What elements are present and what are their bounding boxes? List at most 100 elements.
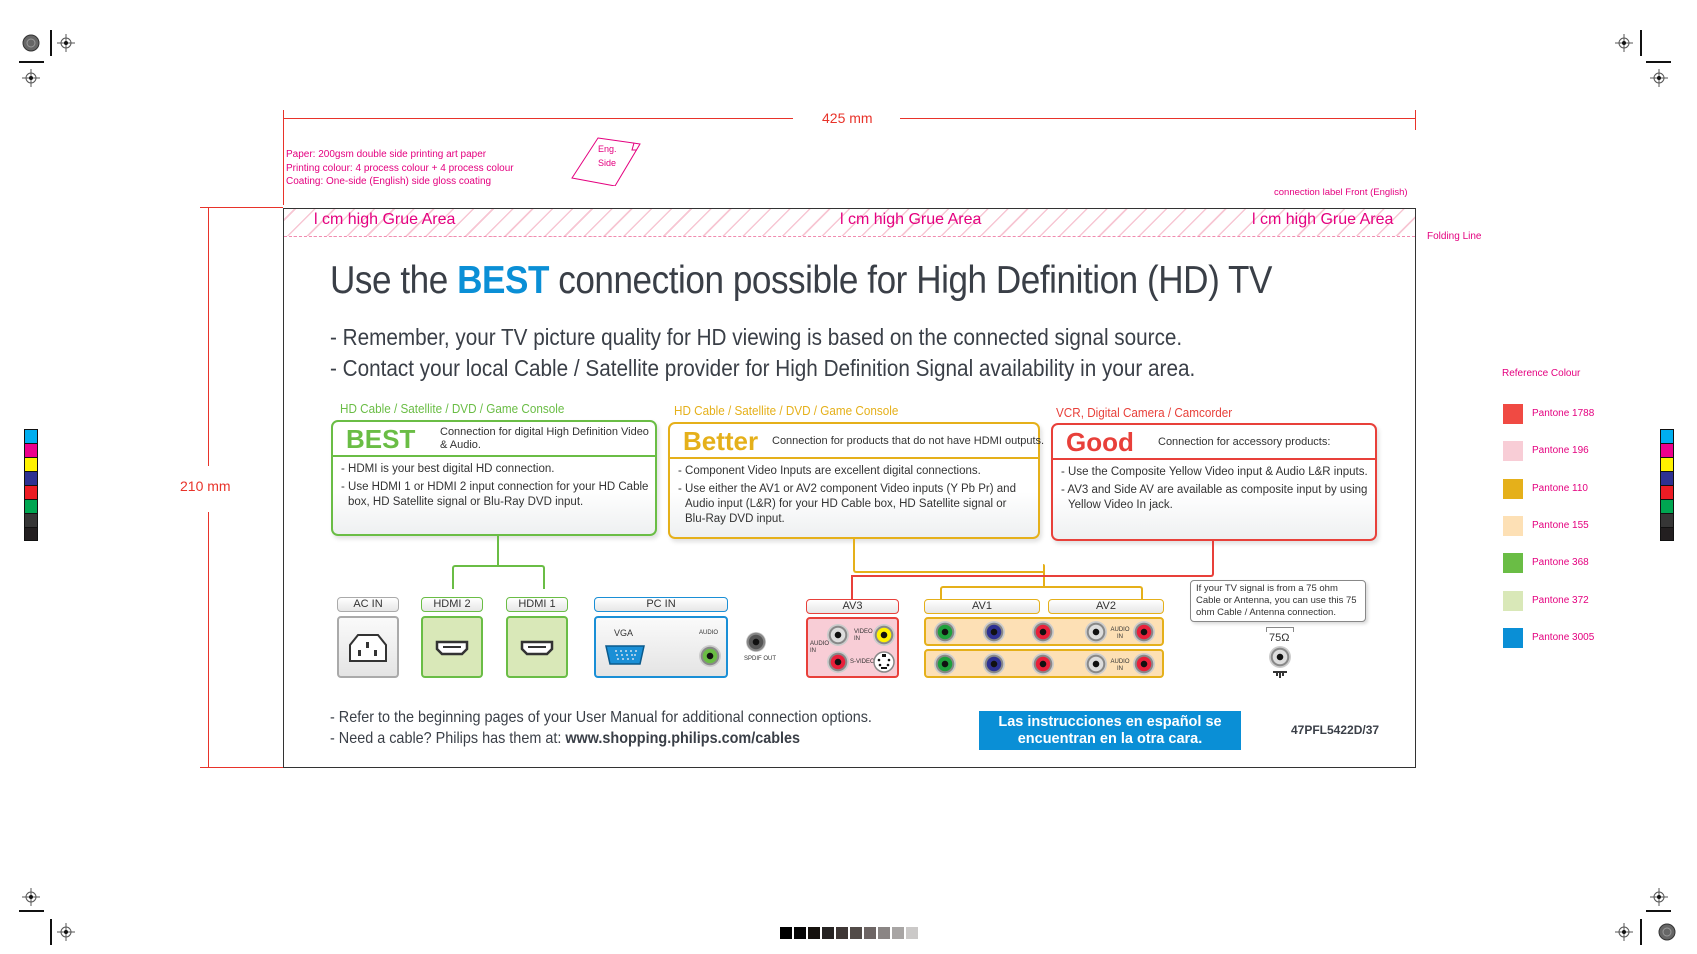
video-jack-icon — [873, 624, 895, 646]
bullet: Use either the AV1 or AV2 component Vide… — [678, 482, 1028, 527]
crop-mark — [1646, 910, 1671, 912]
dimension-tick — [283, 110, 284, 205]
hdmi-icon — [435, 640, 469, 656]
reference-swatch — [1503, 441, 1523, 462]
reference-swatch — [1503, 404, 1523, 424]
connector-best-branch — [452, 565, 545, 589]
port-label-pc-in: PC IN — [594, 597, 728, 612]
pr-jack-icon — [1032, 621, 1054, 643]
dimension-tick — [200, 207, 283, 208]
vga-connector-icon — [605, 645, 645, 665]
pr-jack-icon — [1032, 653, 1054, 675]
registration-crosshair-icon — [1650, 69, 1668, 87]
page-title: Use the BEST connection possible for Hig… — [330, 259, 1272, 302]
av3-svideo-label: S-VIDEO — [850, 659, 875, 665]
color-swatch — [24, 527, 38, 541]
av1-component-row: AUDIO IN — [924, 617, 1164, 646]
vga-label: VGA — [614, 628, 634, 638]
reference-swatch — [1503, 553, 1523, 574]
registration-crosshair-icon — [57, 923, 75, 941]
glue-area-label: l cm high Grue Area — [840, 211, 982, 228]
footer-manual-note: - Refer to the beginning pages of your U… — [330, 709, 872, 726]
dimension-tick — [1415, 110, 1416, 130]
bullet: HDMI is your best digital HD connection. — [341, 462, 651, 477]
reference-swatch — [1503, 590, 1523, 611]
color-swatch — [1660, 485, 1674, 499]
color-swatch — [1660, 499, 1674, 513]
color-swatch — [1660, 527, 1674, 541]
port-label-ac-in: AC IN — [337, 597, 399, 612]
gray-swatch — [850, 927, 862, 939]
antenna-note: If your TV signal is from a 75 ohm Cable… — [1190, 580, 1366, 622]
reference-label: Pantone 196 — [1532, 445, 1589, 457]
connector-best — [497, 536, 499, 566]
color-swatch — [1660, 513, 1674, 527]
color-swatch — [24, 429, 38, 443]
eng-side-line1: Eng. — [598, 144, 617, 154]
y-jack-icon — [934, 621, 956, 643]
gray-swatch — [864, 927, 876, 939]
note-signal-source: - Remember, your TV picture quality for … — [330, 324, 1183, 350]
reference-swatch — [1503, 627, 1523, 648]
height-dimension-line — [208, 512, 209, 768]
reference-label: Pantone 155 — [1532, 519, 1589, 531]
color-bar-left — [24, 429, 38, 541]
tier-good-category: VCR, Digital Camera / Camcorder — [1056, 405, 1233, 420]
reference-label: Pantone 372 — [1532, 594, 1589, 606]
connection-label: l cm high Grue Area l cm high Grue Area … — [283, 208, 1416, 768]
crop-mark — [1646, 61, 1671, 63]
bullet: Use the Composite Yellow Video input & A… — [1061, 465, 1371, 480]
glue-area-label: l cm high Grue Area — [314, 211, 456, 228]
registration-crosshair-icon — [22, 888, 40, 906]
tier-good-box: Good Connection for accessory products: … — [1051, 423, 1377, 541]
power-socket-icon — [349, 634, 387, 662]
tier-better-category: HD Cable / Satellite / DVD / Game Consol… — [674, 403, 899, 418]
y-jack-icon — [934, 653, 956, 675]
audio-left-jack-icon — [827, 624, 849, 646]
tier-good-description: Connection for accessory products: — [1158, 436, 1331, 448]
port-label-av3: AV3 — [806, 599, 899, 614]
registration-target-icon — [1658, 923, 1676, 941]
audio-l-jack-icon — [1085, 621, 1107, 643]
crop-mark — [50, 30, 52, 56]
antenna-label: 75Ω — [1269, 632, 1290, 644]
tier-good-rank: Good — [1066, 427, 1134, 457]
reference-swatch — [1503, 478, 1523, 499]
color-swatch — [1660, 471, 1674, 485]
height-dimension-label: 210 mm — [180, 478, 231, 494]
registration-crosshair-icon — [1615, 923, 1633, 941]
color-bar-right — [1660, 429, 1674, 541]
footer-cable-note: - Need a cable? Philips has them at: www… — [330, 730, 801, 747]
spec-paper: Paper: 200gsm double side printing art p… — [286, 149, 487, 160]
crop-mark — [19, 910, 44, 912]
glue-area: l cm high Grue Area l cm high Grue Area … — [284, 209, 1415, 237]
av3-port: AUDIO IN VIDEO IN S-VIDEO — [806, 617, 899, 678]
philips-cables-link[interactable]: www.shopping.philips.com/cables — [565, 730, 800, 747]
audio-right-jack-icon — [827, 651, 849, 673]
title-emphasis: BEST — [457, 259, 549, 302]
note-provider: - Contact your local Cable / Satellite p… — [330, 355, 1196, 381]
tier-best-box: BEST Connection for digital High Definit… — [331, 420, 657, 536]
tier-better-bullets: Component Video Inputs are excellent dig… — [678, 464, 1028, 530]
port-label-av1: AV1 — [924, 599, 1040, 614]
audio-label: AUDIO — [699, 630, 719, 636]
audio-l-jack-icon — [1085, 653, 1107, 675]
registration-crosshair-icon — [1615, 34, 1633, 52]
gray-swatch — [892, 927, 904, 939]
audio-in-label: AUDIO IN — [1110, 659, 1130, 672]
registration-crosshair-icon — [22, 69, 40, 87]
av3-video-in-label: VIDEO IN — [854, 629, 873, 642]
tier-best-rank: BEST — [346, 424, 416, 454]
eng-side-tag: Eng. Side — [570, 136, 642, 187]
bullet: AV3 and Side AV are available as composi… — [1061, 483, 1371, 513]
width-dimension-line — [283, 118, 793, 119]
height-dimension-line — [208, 208, 209, 466]
reference-swatch — [1503, 515, 1523, 536]
audio-r-jack-icon — [1133, 653, 1155, 675]
bullet: Component Video Inputs are excellent dig… — [678, 464, 1028, 479]
audio-r-jack-icon — [1133, 621, 1155, 643]
dimension-tick — [200, 767, 290, 768]
tier-better-rank: Better — [683, 426, 759, 456]
color-swatch — [24, 499, 38, 513]
audio-jack-icon — [699, 645, 721, 667]
